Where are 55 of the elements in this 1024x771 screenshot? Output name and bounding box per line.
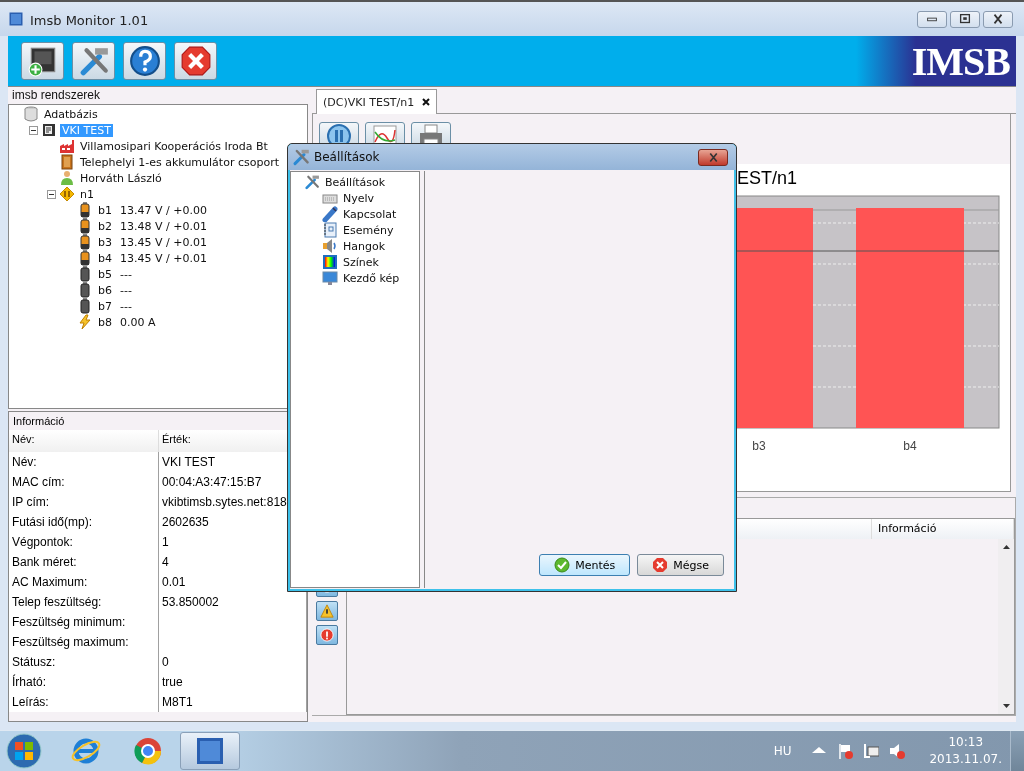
tree-item[interactable]: Beállítások	[323, 175, 388, 189]
reading: ---	[120, 267, 132, 281]
axis-label: b3	[752, 439, 766, 453]
panel-title: imsb rendszerek	[11, 87, 102, 104]
tree-item[interactable]: Villamosipari Kooperációs Iroda Bt	[78, 139, 270, 153]
tree-item[interactable]: b4	[96, 251, 114, 265]
tree-item[interactable]: Kapcsolat	[341, 207, 399, 221]
table-cell: 0	[159, 652, 307, 672]
tab[interactable]: (DC)VKI TEST/n1	[316, 89, 438, 114]
table-cell: M8T1	[159, 692, 307, 712]
table-cell: Írható:	[9, 672, 159, 692]
table-cell: Státusz:	[9, 652, 159, 672]
tree-item[interactable]: n1	[78, 187, 96, 201]
axis-label: b4	[903, 439, 917, 453]
table-cell: Telep feszültség:	[9, 592, 159, 612]
table-cell: Futási idő(mp):	[9, 512, 159, 532]
reading: 13.45 V / +0.01	[120, 251, 207, 265]
tree-item[interactable]: Adatbázis	[42, 107, 100, 121]
table-cell: Végpontok:	[9, 532, 159, 552]
reading: 0.00 A	[120, 315, 156, 329]
tree-item[interactable]: Hangok	[341, 239, 388, 253]
table-cell: Feszültség minimum:	[9, 612, 159, 632]
tree-item[interactable]: Telephelyi 1-es akkumulátor csoport	[78, 155, 281, 169]
tree-item[interactable]: Nyelv	[341, 191, 377, 205]
reading: 13.48 V / +0.01	[120, 219, 207, 233]
table-cell: AC Maximum:	[9, 572, 159, 592]
table-cell: Feszültség maximum:	[9, 632, 159, 652]
reading: ---	[120, 283, 132, 297]
window-title: Imsb Monitor 1.01	[30, 12, 150, 28]
table-cell: true	[159, 672, 307, 692]
table-cell: Név:	[9, 452, 159, 472]
tree-item[interactable]: b6	[96, 283, 114, 297]
reading: 13.45 V / +0.01	[120, 235, 207, 249]
tree-item[interactable]: b8	[96, 315, 114, 329]
chart-title: EST/n1	[737, 168, 798, 188]
reading: ---	[120, 299, 132, 313]
cancel-button[interactable]: Mégse	[637, 554, 724, 576]
logo: IMSB	[911, 37, 1010, 85]
tree-item[interactable]: Színek	[341, 255, 381, 269]
table-cell: Bank méret:	[9, 552, 159, 572]
tree-item[interactable]: b2	[96, 219, 114, 233]
dialog-title: Beállítások	[314, 150, 381, 164]
table-cell: Leírás:	[9, 692, 159, 712]
tree-item[interactable]: b1	[96, 203, 114, 217]
tree-item[interactable]: b3	[96, 235, 114, 249]
tree-item[interactable]: Esemény	[341, 223, 396, 237]
reading: 13.47 V / +0.00	[120, 203, 207, 217]
tree-item[interactable]: b5	[96, 267, 114, 281]
tree-item[interactable]: b7	[96, 299, 114, 313]
table-cell: MAC cím:	[9, 472, 159, 492]
tree-item[interactable]: Kezdő kép	[341, 271, 402, 285]
save-button[interactable]: Mentés	[539, 554, 631, 576]
table-cell: 53.850002	[159, 592, 307, 612]
table-cell: IP cím:	[9, 492, 159, 512]
tree-item[interactable]: Horváth László	[78, 171, 164, 185]
